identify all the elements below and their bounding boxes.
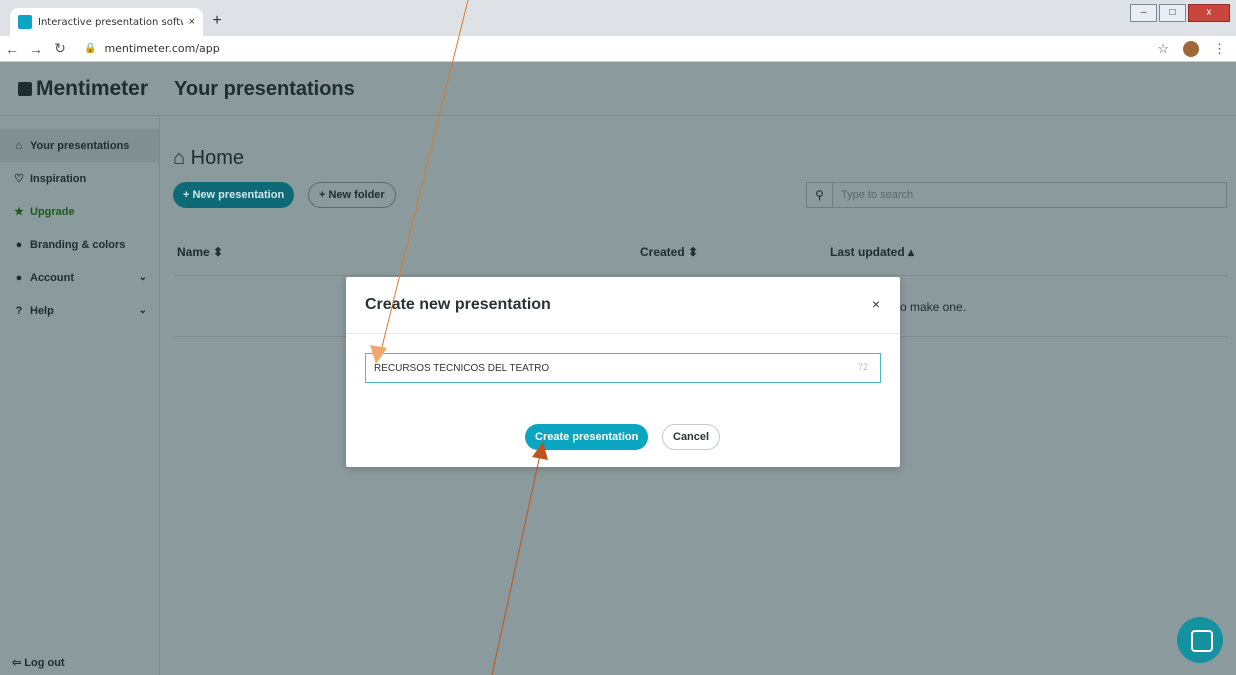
presentation-name-input[interactable] [366, 354, 836, 382]
sidebar-item-label: Inspiration [30, 172, 87, 185]
search-icon[interactable]: ⚲ [807, 183, 833, 207]
home-title-text: Home [190, 147, 245, 169]
star-icon: ★ [14, 206, 24, 218]
create-presentation-modal: Create new presentation × 72 Create pres… [346, 277, 900, 467]
chevron-down-icon: ⌄ [138, 305, 147, 316]
create-presentation-button[interactable]: Create presentation [525, 424, 649, 450]
lock-icon: 🔒 [84, 43, 97, 54]
logo-icon [18, 82, 32, 96]
home-heading: ⌂ Home [173, 147, 244, 170]
column-header-created[interactable]: Created ⬍ [640, 245, 698, 259]
tab-close-icon[interactable]: × [189, 16, 195, 28]
column-header-last-updated[interactable]: Last updated ▴ [830, 245, 914, 259]
address-bar-actions: ☆ ⋮ [1157, 40, 1226, 57]
sidebar-item-branding[interactable]: ● Branding & colors [0, 228, 159, 261]
profile-avatar[interactable] [1183, 40, 1199, 57]
app-header: Mentimeter Your presentations [0, 63, 1236, 116]
sidebar-item-label: Account [30, 271, 74, 284]
maximize-button[interactable]: □ [1159, 4, 1186, 22]
mentimeter-logo[interactable]: Mentimeter [0, 77, 160, 101]
search-input[interactable] [833, 183, 1213, 207]
modal-title: Create new presentation [365, 296, 551, 313]
browser-tab[interactable]: Interactive presentation software × [10, 8, 203, 36]
sidebar-item-help[interactable]: ? Help ⌄ [0, 294, 159, 327]
empty-state-text: o make one. [900, 300, 967, 314]
address-bar: ← → ↻ 🔒 mentimeter.com/app ☆ ⋮ [0, 36, 1236, 62]
home-icon: ⌂ [15, 139, 23, 152]
logout-label: Log out [24, 657, 65, 669]
sidebar-item-label: Help [30, 304, 54, 317]
window-close-button[interactable]: x [1188, 4, 1230, 22]
new-tab-button[interactable]: + [207, 12, 227, 32]
bookmark-star-icon[interactable]: ☆ [1157, 41, 1169, 57]
browser-tabstrip: Interactive presentation software × + – … [0, 0, 1236, 36]
window-controls: – □ x [1130, 4, 1230, 22]
mentimeter-favicon-icon [18, 15, 32, 29]
tab-title: Interactive presentation software [38, 16, 183, 28]
forward-arrow-icon[interactable]: → [24, 41, 48, 57]
home-icon: ⌂ [173, 147, 186, 169]
new-folder-button[interactable]: + New folder [308, 182, 396, 208]
cancel-button[interactable]: Cancel [662, 424, 721, 450]
page-title: Your presentations [174, 77, 355, 100]
droplet-icon: ● [15, 238, 23, 251]
sidebar-item-inspiration[interactable]: ♡ Inspiration [0, 162, 159, 195]
sidebar: ⌂ Your presentations ♡ Inspiration ★ Upg… [0, 117, 160, 675]
logo-text: Mentimeter [36, 77, 149, 100]
new-presentation-button[interactable]: + New presentation [173, 182, 295, 208]
browser-menu-icon[interactable]: ⋮ [1213, 41, 1226, 57]
sidebar-item-upgrade[interactable]: ★ Upgrade [0, 195, 159, 228]
search-box: ⚲ [806, 182, 1227, 208]
sidebar-item-label: Upgrade [30, 205, 75, 218]
url-text: mentimeter.com/app [104, 42, 220, 55]
table-divider [173, 275, 1228, 276]
column-header-name[interactable]: Name ⬍ [177, 245, 223, 259]
chevron-down-icon: ⌄ [138, 272, 147, 283]
sidebar-item-your-presentations[interactable]: ⌂ Your presentations [0, 129, 159, 162]
sidebar-item-account[interactable]: ● Account ⌄ [0, 261, 159, 294]
logout-icon: ⇦ [12, 657, 22, 669]
user-icon: ● [15, 271, 23, 284]
minimize-button[interactable]: – [1130, 4, 1157, 22]
reload-icon[interactable]: ↻ [48, 40, 72, 57]
omnibox[interactable]: 🔒 mentimeter.com/app [84, 42, 220, 55]
character-count: 72 [857, 362, 868, 372]
close-icon[interactable]: × [872, 296, 880, 312]
question-icon: ? [15, 304, 23, 317]
presentation-name-field: 72 [365, 353, 881, 383]
lightbulb-icon: ♡ [14, 173, 24, 185]
back-arrow-icon[interactable]: ← [0, 41, 24, 57]
logout-link[interactable]: ⇦ Log out [12, 656, 65, 669]
modal-divider [346, 333, 900, 334]
sidebar-item-label: Branding & colors [30, 238, 126, 251]
sidebar-item-label: Your presentations [30, 139, 130, 152]
chat-support-button[interactable] [1177, 617, 1223, 663]
